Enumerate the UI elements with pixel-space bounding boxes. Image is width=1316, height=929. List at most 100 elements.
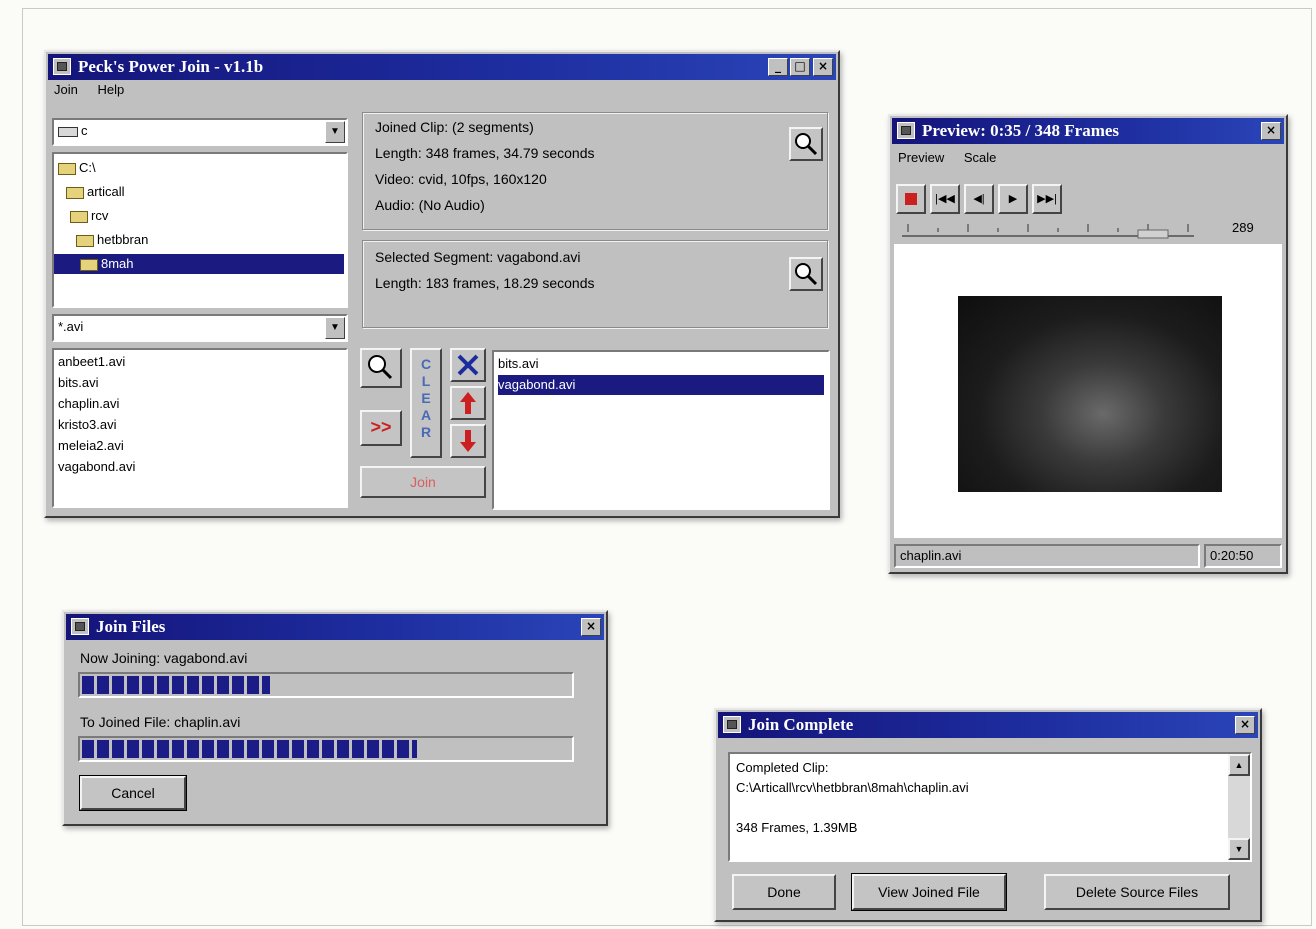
view-joined-file-button[interactable]: View Joined File (851, 873, 1007, 911)
chevron-down-icon[interactable]: ▼ (325, 121, 345, 143)
move-up-icon (460, 392, 476, 414)
clear-button[interactable]: CLEAR (410, 348, 442, 458)
frame-slider[interactable] (898, 220, 1198, 240)
preview-status-time: 0:20:50 (1204, 544, 1282, 568)
join-complete-dialog: Join Complete × Completed Clip: C:\Artic… (714, 708, 1262, 922)
chevron-down-icon[interactable]: ▼ (325, 317, 345, 339)
file-item[interactable]: kristo3.avi (58, 415, 342, 435)
folder-item[interactable]: C:\ (58, 158, 342, 178)
main-titlebar[interactable]: Peck's Power Join - v1.1b _ □ × (48, 54, 836, 80)
preview-joined-button[interactable] (789, 127, 823, 161)
folder-open-icon (76, 234, 94, 247)
add-button[interactable]: >> (360, 410, 402, 446)
delete-label: Delete Source Files (1075, 884, 1199, 900)
file-item[interactable]: bits.avi (58, 373, 342, 393)
scroll-down-icon[interactable]: ▼ (1228, 838, 1250, 860)
preview-file-button[interactable] (360, 348, 402, 388)
folder-label: C:\ (79, 160, 96, 175)
folder-tree[interactable]: C:\ articall rcv hetbbran 8mah (52, 152, 348, 308)
folder-item-selected[interactable]: 8mah (54, 254, 344, 274)
move-down-button[interactable] (450, 424, 486, 458)
now-joining-progress (78, 672, 574, 698)
delete-segment-button[interactable] (450, 348, 486, 382)
done-label: Done (767, 884, 801, 900)
app-icon[interactable] (53, 58, 71, 75)
joined-clip-group: Joined Clip: (2 segments) Length: 348 fr… (362, 112, 828, 230)
app-icon[interactable] (723, 716, 741, 733)
filter-select[interactable]: *.avi ▼ (52, 314, 348, 342)
segment-list[interactable]: bits.avi vagabond.avi (492, 350, 830, 510)
play-icon: ▶ (1008, 193, 1018, 205)
file-item[interactable]: vagabond.avi (58, 457, 342, 477)
now-joining-label: Now Joining: vagabond.avi (80, 650, 248, 666)
folder-label: 8mah (101, 256, 134, 271)
complete-titlebar[interactable]: Join Complete × (718, 712, 1258, 738)
filter-value: *.avi (58, 319, 84, 334)
scrollbar[interactable]: ▲ ▼ (1228, 754, 1250, 860)
preview-titlebar[interactable]: Preview: 0:35 / 348 Frames × (892, 118, 1284, 144)
preview-menubar: Preview Scale (898, 150, 1012, 170)
delete-source-files-button[interactable]: Delete Source Files (1044, 874, 1230, 910)
to-file-fill (82, 740, 418, 758)
joinfiles-titlebar[interactable]: Join Files × (66, 614, 604, 640)
menu-preview[interactable]: Preview (898, 150, 944, 165)
stop-button[interactable] (896, 184, 926, 214)
close-icon[interactable]: × (581, 618, 601, 636)
magnifier-icon (795, 133, 818, 156)
step-forward-button[interactable]: ▶▶| (1032, 184, 1062, 214)
cancel-button[interactable]: Cancel (79, 775, 187, 811)
segment-length: Length: 183 frames, 18.29 seconds (375, 275, 595, 291)
folder-open-icon (70, 210, 88, 223)
preview-window: Preview: 0:35 / 348 Frames × Preview Sca… (888, 114, 1288, 574)
close-icon[interactable]: × (813, 58, 833, 76)
delete-icon (457, 354, 479, 376)
file-item[interactable]: chaplin.avi (58, 394, 342, 414)
complete-title: Join Complete (748, 715, 854, 734)
folder-open-icon (58, 162, 76, 175)
folder-item[interactable]: hetbbran (76, 230, 342, 250)
folder-item[interactable]: articall (66, 182, 342, 202)
step-forward-icon: ▶▶| (1037, 193, 1057, 205)
scroll-up-icon[interactable]: ▲ (1228, 754, 1250, 776)
menu-help[interactable]: Help (97, 82, 124, 97)
complete-line: C:\Articall\rcv\hetbbran\8mah\chaplin.av… (736, 780, 969, 795)
preview-status-file: chaplin.avi (894, 544, 1200, 568)
app-icon[interactable] (897, 122, 915, 139)
segment-item-selected[interactable]: vagabond.avi (498, 375, 824, 395)
join-label: Join (410, 474, 436, 490)
menu-scale[interactable]: Scale (964, 150, 997, 165)
complete-line: Completed Clip: (736, 760, 829, 775)
segment-item[interactable]: bits.avi (498, 354, 824, 374)
close-icon[interactable]: × (1261, 122, 1281, 140)
view-label: View Joined File (878, 884, 980, 900)
folder-open-icon (80, 258, 98, 271)
close-icon[interactable]: × (1235, 716, 1255, 734)
drive-select[interactable]: c ▼ (52, 118, 348, 146)
drive-icon (58, 126, 78, 137)
step-back-button[interactable]: |◀◀ (930, 184, 960, 214)
app-icon[interactable] (71, 618, 89, 635)
complete-textarea[interactable]: Completed Clip: C:\Articall\rcv\hetbbran… (728, 752, 1252, 862)
joined-video: Video: cvid, 10fps, 160x120 (375, 171, 547, 187)
done-button[interactable]: Done (732, 874, 836, 910)
file-list[interactable]: anbeet1.avi bits.avi chaplin.avi kristo3… (52, 348, 348, 508)
video-area (894, 244, 1282, 538)
rewind-button[interactable]: ◀| (964, 184, 994, 214)
preview-segment-button[interactable] (789, 257, 823, 291)
preview-title: Preview: 0:35 / 348 Frames (922, 121, 1120, 140)
folder-item[interactable]: rcv (70, 206, 342, 226)
move-down-icon (460, 430, 476, 452)
file-item[interactable]: meleia2.avi (58, 436, 342, 456)
move-up-button[interactable] (450, 386, 486, 420)
cancel-label: Cancel (111, 785, 155, 801)
folder-open-icon (66, 186, 84, 199)
video-frame (958, 296, 1222, 492)
join-button[interactable]: Join (360, 466, 486, 498)
folder-label: articall (87, 184, 125, 199)
play-button[interactable]: ▶ (998, 184, 1028, 214)
magnifier-icon (795, 263, 818, 286)
menu-join[interactable]: Join (54, 82, 78, 97)
maximize-icon[interactable]: □ (790, 58, 810, 76)
file-item[interactable]: anbeet1.avi (58, 352, 342, 372)
minimize-icon[interactable]: _ (768, 58, 788, 76)
